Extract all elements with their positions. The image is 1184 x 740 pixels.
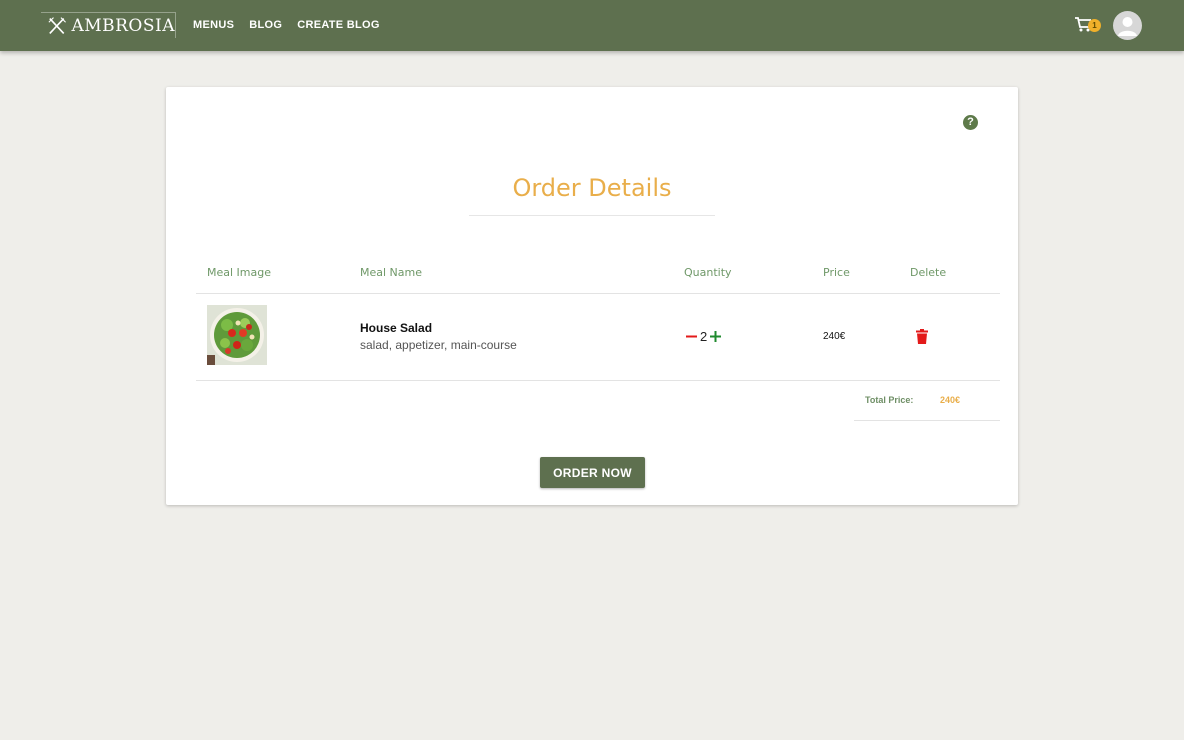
nav-create-blog[interactable]: CREATE BLOG (297, 19, 380, 31)
salad-image (207, 305, 267, 365)
delete-item-button[interactable] (916, 329, 928, 344)
meal-image (207, 305, 267, 365)
help-button[interactable]: ? (963, 115, 978, 130)
total-divider (854, 420, 1000, 421)
minus-icon (686, 335, 697, 338)
meal-tags: salad, appetizer, main-course (360, 338, 517, 352)
page-title: Order Details (512, 174, 672, 202)
quantity-value: 2 (700, 328, 708, 344)
col-header-delete: Delete (910, 266, 947, 279)
table-divider (196, 293, 1000, 294)
order-details-card: ? Order Details Meal Image Meal Name Qua… (166, 87, 1018, 505)
logo[interactable]: AMBROSIA (41, 12, 176, 38)
top-navbar: AMBROSIA MENUS BLOG CREATE BLOG 1 (0, 0, 1184, 51)
trash-icon (916, 329, 928, 344)
user-avatar-icon (1118, 17, 1137, 36)
table-divider (196, 380, 1000, 381)
decrease-quantity-button[interactable] (686, 327, 697, 345)
cart-count-badge: 1 (1088, 19, 1101, 32)
title-divider (469, 215, 715, 216)
quantity-stepper: 2 (686, 327, 722, 345)
question-icon: ? (967, 116, 974, 128)
logo-text: AMBROSIA (71, 15, 175, 36)
meal-name: House Salad (360, 321, 433, 335)
fork-knife-icon (48, 16, 66, 34)
col-header-meal-name: Meal Name (360, 266, 423, 279)
nav-menus[interactable]: MENUS (193, 19, 234, 31)
main-nav: MENUS BLOG CREATE BLOG (193, 19, 380, 31)
col-header-price: Price (823, 266, 850, 279)
cart-button[interactable]: 1 (1075, 16, 1103, 36)
col-header-quantity: Quantity (684, 266, 732, 279)
total-price-value: 240€ (940, 395, 961, 405)
col-header-meal-image: Meal Image (207, 266, 272, 279)
nav-blog[interactable]: BLOG (249, 19, 282, 31)
order-now-button[interactable]: ORDER NOW (540, 457, 645, 488)
total-price-label: Total Price: (865, 395, 914, 405)
item-price: 240€ (823, 331, 846, 342)
increase-quantity-button[interactable] (710, 327, 722, 345)
user-avatar[interactable] (1113, 11, 1142, 40)
plus-icon (710, 331, 722, 342)
